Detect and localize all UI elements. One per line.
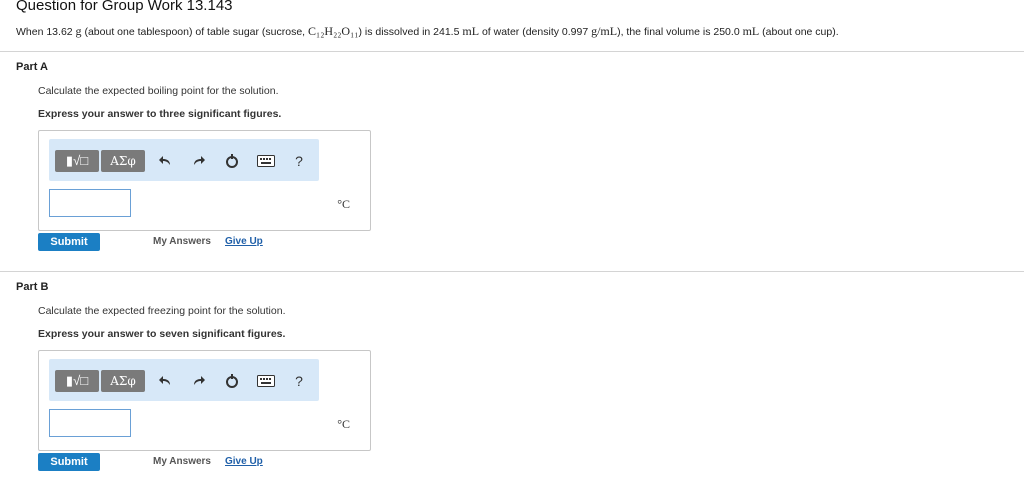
part-a-answer-input[interactable] [49, 189, 131, 217]
part-a-prompt: Calculate the expected boiling point for… [38, 85, 279, 97]
part-b-submit-button[interactable]: Submit [38, 453, 100, 471]
undo-icon[interactable] [155, 151, 175, 171]
unit-density: g/mL [591, 24, 618, 38]
help-button[interactable]: ? [289, 151, 309, 171]
intro-text-3: ) is dissolved in 241.5 [358, 26, 463, 38]
templates-button[interactable]: ▮√□ [55, 370, 99, 392]
question-title: Question for Group Work 13.143 [16, 0, 233, 14]
part-b-give-up-link[interactable]: Give Up [225, 456, 263, 467]
templates-button[interactable]: ▮√□ [55, 150, 99, 172]
sucrose-formula: C₁₂H₂₂O₁₁ [308, 24, 359, 38]
part-b-divider [0, 271, 1024, 272]
part-b-answer-box: ▮√□ ΑΣφ ? °C [38, 350, 371, 451]
unit-milliliters-final: mL [742, 24, 760, 38]
question-intro: When 13.62 g (about one tablespoon) of t… [16, 24, 839, 39]
part-a-submit-button[interactable]: Submit [38, 233, 100, 251]
part-a-unit: °C [337, 197, 350, 211]
part-b-label: Part B [16, 281, 49, 293]
part-b-unit: °C [337, 417, 350, 431]
intro-text-5: ), the final volume is 250.0 [617, 26, 743, 38]
part-b-instruction: Express your answer to seven significant… [38, 328, 286, 340]
part-b-math-toolbar: ▮√□ ΑΣφ ? [49, 359, 319, 401]
redo-icon[interactable] [189, 151, 209, 171]
greek-symbols-button[interactable]: ΑΣφ [101, 150, 145, 172]
part-b-prompt: Calculate the expected freezing point fo… [38, 305, 286, 317]
undo-icon[interactable] [155, 371, 175, 391]
part-a-label: Part A [16, 61, 48, 73]
greek-symbols-button[interactable]: ΑΣφ [101, 370, 145, 392]
part-b-answer-input[interactable] [49, 409, 131, 437]
keyboard-icon[interactable] [256, 151, 276, 171]
part-a-divider [0, 51, 1024, 52]
redo-icon[interactable] [189, 371, 209, 391]
part-a-instruction: Express your answer to three significant… [38, 108, 282, 120]
intro-text-1: When 13.62 [16, 26, 76, 38]
intro-text-4: of water (density 0.997 [479, 26, 592, 38]
part-a-answer-box: ▮√□ ΑΣφ ? °C [38, 130, 371, 231]
part-a-math-toolbar: ▮√□ ΑΣφ ? [49, 139, 319, 181]
reset-icon[interactable] [222, 151, 242, 171]
unit-milliliters: mL [462, 24, 480, 38]
intro-text-6: (about one cup). [759, 26, 839, 38]
part-a-my-answers[interactable]: My Answers [153, 236, 211, 247]
help-button[interactable]: ? [289, 371, 309, 391]
intro-text-2: (about one tablespoon) of table sugar (s… [81, 26, 309, 38]
part-b-my-answers[interactable]: My Answers [153, 456, 211, 467]
keyboard-icon[interactable] [256, 371, 276, 391]
part-a-give-up-link[interactable]: Give Up [225, 236, 263, 247]
reset-icon[interactable] [222, 371, 242, 391]
